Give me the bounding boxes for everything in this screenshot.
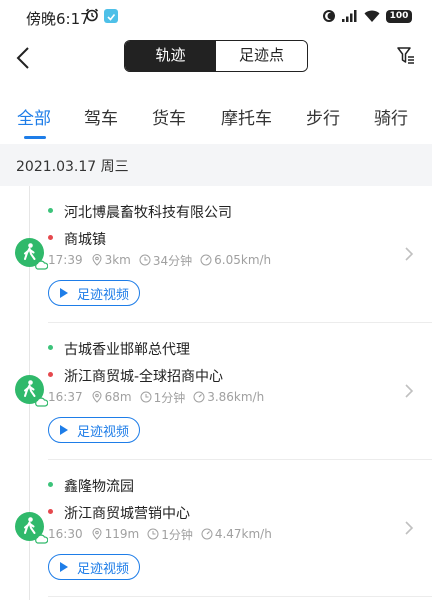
play-icon [60, 425, 68, 435]
walk-mode-icon [15, 512, 48, 544]
record-meta: 16:37 68m 1分钟 3.86km/h [48, 389, 270, 405]
status-right-icons: 100 [322, 8, 412, 24]
tab-truck[interactable]: 货车 [152, 104, 186, 129]
start-place: 鑫隆物流园 [64, 479, 134, 495]
play-icon [60, 288, 68, 298]
back-icon[interactable] [12, 44, 36, 72]
record-distance: 68m [104, 390, 132, 404]
end-place: 商城镇 [64, 232, 106, 248]
record-duration: 1分钟 [153, 390, 186, 405]
cloud-synced-icon [35, 534, 48, 544]
record-speed: 3.86km/h [207, 390, 265, 404]
clock-icon [140, 391, 152, 403]
chevron-right-icon[interactable] [404, 383, 414, 399]
walk-mode-icon [15, 375, 48, 407]
date-label: 2021.03.17 周三 [16, 159, 129, 175]
chevron-right-icon[interactable] [404, 246, 414, 262]
speed-icon [193, 391, 205, 403]
start-place: 古城香业邯郸总代理 [64, 342, 190, 358]
end-dot [48, 235, 53, 240]
footprint-video-button[interactable]: 足迹视频 [48, 554, 140, 580]
start-dot [48, 345, 53, 350]
divider [48, 596, 432, 597]
speed-icon [201, 528, 213, 540]
tab-motorcycle[interactable]: 摩托车 [221, 104, 272, 129]
cloud-synced-icon [35, 397, 48, 407]
status-bar: 傍晚6:17 100 [0, 0, 432, 34]
track-record[interactable]: 古城香业邯郸总代理 浙江商贸城-全球招商中心 16:37 68m 1分钟 3.8… [0, 323, 432, 460]
record-speed: 4.47km/h [214, 527, 272, 541]
footprint-video-button[interactable]: 足迹视频 [48, 417, 140, 443]
status-time: 傍晚6:17 [26, 10, 90, 28]
footprint-video-label: 足迹视频 [77, 424, 130, 440]
record-meta: 16:30 119m 1分钟 4.47km/h [48, 526, 278, 542]
tab-ride[interactable]: 骑行 [374, 104, 408, 129]
do-not-disturb-icon [323, 10, 335, 22]
record-meta: 17:39 3km 34分钟 6.05km/h [48, 252, 277, 268]
segment-footprint[interactable]: 足迹点 [216, 41, 307, 71]
track-record[interactable]: 河北博晨畜牧科技有限公司 商城镇 17:39 3km 34分钟 6.05km/h… [0, 186, 432, 323]
location-pin-icon [92, 391, 102, 403]
signal-icon [342, 10, 357, 22]
battery-icon: 100 [386, 9, 412, 23]
end-dot [48, 509, 53, 514]
record-time: 16:30 [48, 527, 83, 541]
chevron-right-icon[interactable] [404, 520, 414, 536]
location-pin-icon [92, 528, 102, 540]
tab-drive[interactable]: 驾车 [84, 104, 118, 129]
start-place: 河北博晨畜牧科技有限公司 [64, 205, 232, 221]
clock-icon [139, 254, 151, 266]
record-duration: 1分钟 [161, 527, 193, 542]
end-dot [48, 372, 53, 377]
segment-track[interactable]: 轨迹 [125, 41, 216, 71]
clock-icon [147, 528, 159, 540]
track-record[interactable]: 鑫隆物流园 浙江商贸城营销中心 16:30 119m 1分钟 4.47km/h … [0, 460, 432, 597]
record-distance: 119m [104, 527, 140, 541]
record-time: 16:37 [48, 390, 83, 404]
location-pin-icon [92, 254, 102, 266]
cloud-synced-icon [35, 260, 48, 270]
end-place: 浙江商贸城营销中心 [64, 506, 190, 522]
start-dot [48, 208, 53, 213]
footprint-video-button[interactable]: 足迹视频 [48, 280, 140, 306]
mode-tabs: 全部 驾车 货车 摩托车 步行 骑行 [0, 98, 432, 142]
app-notification-icon [104, 9, 118, 23]
filter-icon[interactable] [396, 45, 416, 67]
record-duration: 34分钟 [152, 253, 193, 268]
tab-all[interactable]: 全部 [17, 104, 51, 129]
wifi-icon [364, 10, 380, 22]
view-segmented-control: 轨迹 足迹点 [124, 40, 308, 72]
record-speed: 6.05km/h [214, 253, 272, 267]
alarm-icon [85, 8, 99, 22]
footprint-video-label: 足迹视频 [77, 561, 130, 577]
end-place: 浙江商贸城-全球招商中心 [64, 369, 224, 385]
record-time: 17:39 [48, 253, 83, 267]
footprint-video-label: 足迹视频 [77, 287, 130, 303]
speed-icon [200, 254, 212, 266]
start-dot [48, 482, 53, 487]
walk-mode-icon [15, 238, 48, 270]
date-header: 2021.03.17 周三 [0, 144, 432, 186]
record-distance: 3km [104, 253, 131, 267]
tab-walk[interactable]: 步行 [306, 104, 340, 129]
active-tab-indicator [24, 136, 46, 139]
play-icon [60, 562, 68, 572]
